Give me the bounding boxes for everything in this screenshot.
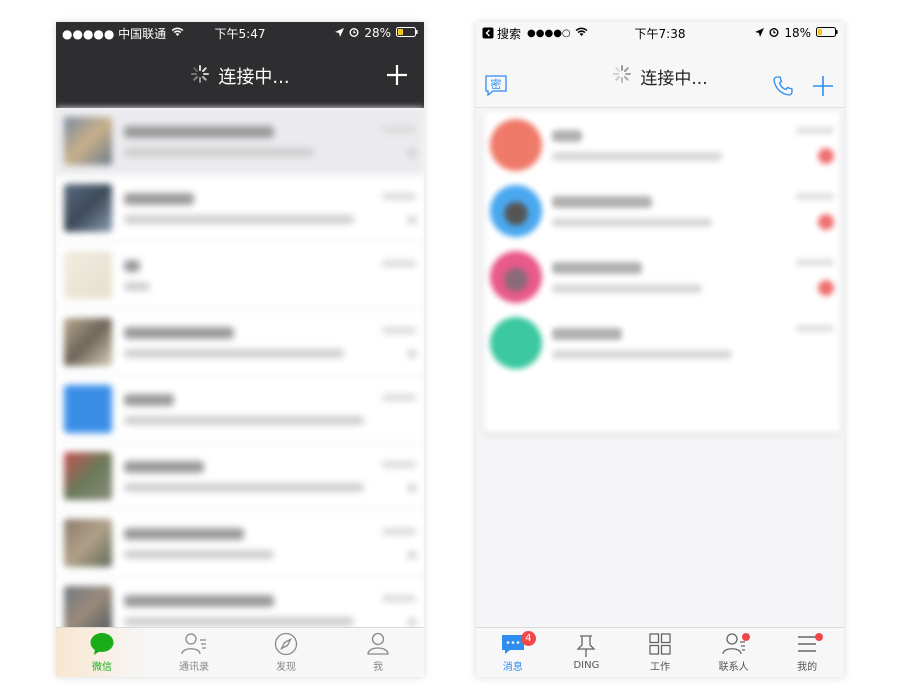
list-item[interactable] — [484, 112, 840, 178]
list-item[interactable] — [56, 309, 424, 376]
tab-me[interactable]: 我 — [332, 628, 424, 677]
add-button[interactable] — [384, 62, 410, 88]
tab-label: 我 — [373, 662, 383, 673]
list-item[interactable] — [56, 376, 424, 443]
unread-badge: 4 — [520, 631, 536, 646]
list-item[interactable] — [56, 443, 424, 510]
tab-work[interactable]: 工作 — [623, 628, 697, 677]
tab-ding[interactable]: DING — [550, 628, 624, 677]
notification-dot — [815, 633, 824, 641]
tab-messages[interactable]: 消息 4 — [476, 628, 550, 677]
notification-dot — [741, 633, 750, 641]
tab-chats[interactable]: 微信 — [56, 628, 148, 677]
contacts-icon — [181, 633, 206, 655]
list-item[interactable] — [484, 178, 840, 244]
tab-bar: 消息 4 DING 工作 联系人 我的 — [476, 627, 844, 677]
tab-bar: 微信 通讯录 发现 我 — [56, 627, 424, 677]
page-title: 连接中... — [218, 67, 290, 88]
tab-label: 通讯录 — [179, 662, 209, 673]
add-button[interactable] — [812, 75, 834, 97]
list-item[interactable] — [56, 510, 424, 577]
tab-label: 工作 — [649, 662, 670, 673]
list-item[interactable] — [56, 108, 424, 175]
tab-label: 微信 — [92, 662, 112, 673]
tab-contacts[interactable]: 联系人 — [697, 628, 771, 677]
tab-contacts[interactable]: 通讯录 — [148, 628, 240, 677]
list-item[interactable] — [56, 175, 424, 242]
tab-label: 消息 — [502, 662, 523, 673]
compass-icon — [274, 632, 298, 656]
list-item[interactable] — [484, 310, 840, 376]
list-item[interactable] — [484, 244, 840, 310]
list-item[interactable] — [56, 242, 424, 309]
dingtalk-screen: 搜索 ●●●●○ 下午7:38 18% 密 连接中... 消息 4 DING 工… — [476, 22, 844, 677]
message-list[interactable] — [484, 112, 840, 432]
status-bar: 搜索 ●●●●○ 下午7:38 18% — [476, 22, 844, 44]
nav-bar: 连接中... — [56, 44, 424, 108]
person-icon — [367, 632, 389, 655]
tab-mine[interactable]: 我的 — [770, 628, 844, 677]
status-time: 下午5:47 — [214, 26, 266, 41]
status-bar: ●●●●● 中国联通 下午5:47 28% — [56, 22, 424, 44]
plus-icon — [813, 76, 833, 96]
loading-spinner-icon — [190, 64, 210, 89]
status-time: 下午7:38 — [634, 26, 686, 41]
tab-label: 联系人 — [718, 662, 749, 673]
wechat-screen: ●●●●● 中国联通 下午5:47 28% 连接中... 微信 通讯录 发现 我 — [56, 22, 424, 677]
nav-bar: 密 连接中... — [476, 44, 844, 108]
tab-discover[interactable]: 发现 — [240, 628, 332, 677]
call-button[interactable] — [772, 75, 794, 97]
tab-label: 发现 — [276, 662, 296, 673]
page-title: 连接中... — [640, 68, 708, 89]
loading-spinner-icon — [612, 64, 632, 89]
grid-icon — [649, 633, 671, 655]
pin-icon — [576, 635, 596, 657]
phone-icon — [773, 76, 793, 96]
chat-bubble-icon — [90, 633, 114, 655]
tab-label: DING — [573, 660, 600, 671]
chat-list[interactable] — [56, 108, 424, 648]
tab-label: 我的 — [797, 662, 818, 673]
